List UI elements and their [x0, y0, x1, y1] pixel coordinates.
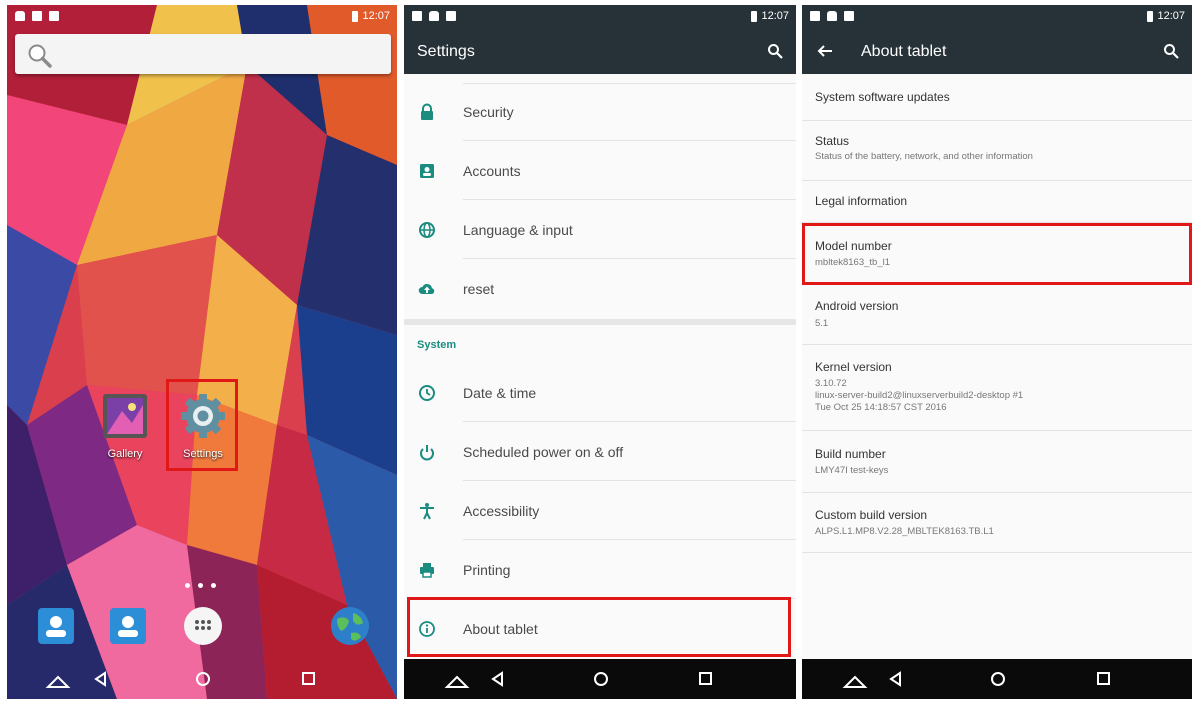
- search-icon[interactable]: [1163, 43, 1179, 59]
- about-item-android-version[interactable]: Android version 5.1: [802, 285, 1192, 345]
- navigation-bar: [404, 659, 796, 699]
- battery-icon: [751, 10, 758, 22]
- notification-icons: [15, 11, 59, 21]
- about-title: About tablet: [861, 43, 947, 60]
- status-time: 12:07: [1157, 10, 1185, 22]
- lock-icon: [15, 11, 25, 21]
- gallery-app[interactable]: Gallery: [95, 393, 155, 460]
- search-icon: [28, 44, 52, 68]
- back-icon[interactable]: [488, 659, 508, 699]
- about-app-bar: 12:07 About tablet: [802, 5, 1192, 74]
- sd-card-icon: [49, 11, 59, 21]
- settings-item-scheduled-power[interactable]: Scheduled power on & off: [404, 423, 796, 481]
- settings-item-security[interactable]: Security: [404, 83, 796, 141]
- about-item-legal[interactable]: Legal information: [802, 181, 1192, 223]
- settings-item-accessibility[interactable]: Accessibility: [404, 482, 796, 540]
- highlight-box-about-tablet: [407, 597, 791, 657]
- status-bar: 12:07: [7, 5, 397, 29]
- accessibility-icon: [420, 503, 434, 520]
- highlight-box-settings: [166, 379, 238, 471]
- about-item-status[interactable]: Status Status of the battery, network, a…: [802, 121, 1192, 181]
- home-icon[interactable]: [988, 659, 1008, 699]
- about-item-system-updates[interactable]: System software updates: [802, 74, 1192, 121]
- printer-icon: [420, 563, 434, 578]
- globe-icon: [419, 222, 435, 238]
- about-item-build-number[interactable]: Build number LMY47I test-keys: [802, 431, 1192, 493]
- recents-icon[interactable]: [1094, 659, 1114, 699]
- lock-icon: [827, 11, 837, 21]
- settings-screen: 12:07 Settings Security Accounts Languag…: [404, 5, 796, 699]
- back-icon[interactable]: [91, 659, 111, 699]
- search-bar[interactable]: [15, 34, 391, 74]
- screenshot-icon: [412, 11, 422, 21]
- home-triangle-icon[interactable]: [444, 659, 470, 699]
- back-icon[interactable]: [886, 659, 906, 699]
- gallery-label: Gallery: [107, 448, 143, 460]
- cloud-upload-icon: [418, 284, 435, 294]
- page-indicator: [185, 583, 216, 588]
- clock-icon: [419, 385, 435, 401]
- status-time: 12:07: [362, 10, 390, 22]
- gallery-icon: [103, 394, 147, 438]
- section-divider: [404, 319, 796, 325]
- screenshot-icon: [32, 11, 42, 21]
- account-icon: [420, 164, 434, 178]
- search-icon[interactable]: [767, 43, 783, 59]
- home-triangle-icon[interactable]: [45, 659, 71, 699]
- recents-icon[interactable]: [696, 659, 716, 699]
- home-icon[interactable]: [193, 659, 213, 699]
- status-time: 12:07: [761, 10, 789, 22]
- wallpaper: [7, 5, 397, 699]
- about-tablet-screen: 12:07 About tablet System software updat…: [802, 5, 1192, 699]
- highlight-box-model-number: [802, 223, 1192, 285]
- settings-item-language-input[interactable]: Language & input: [404, 201, 796, 259]
- status-bar: 12:07: [404, 5, 796, 29]
- section-header-system: System: [417, 339, 457, 351]
- contacts-icon[interactable]: [35, 605, 77, 647]
- home-icon[interactable]: [591, 659, 611, 699]
- settings-item-reset[interactable]: reset: [404, 260, 796, 318]
- navigation-bar: [7, 659, 397, 699]
- contacts-icon[interactable]: [107, 605, 149, 647]
- sd-card-icon: [446, 11, 456, 21]
- settings-title: Settings: [417, 43, 475, 60]
- battery-icon: [1147, 10, 1154, 22]
- settings-item-accounts[interactable]: Accounts: [404, 142, 796, 200]
- notification-icons: [810, 11, 854, 21]
- browser-globe-icon[interactable]: [329, 605, 371, 647]
- recents-icon[interactable]: [299, 659, 319, 699]
- back-arrow-icon[interactable]: [816, 43, 834, 59]
- screenshot-icon: [810, 11, 820, 21]
- navigation-bar: [802, 659, 1192, 699]
- app-drawer-icon[interactable]: [182, 605, 224, 647]
- sd-card-icon: [844, 11, 854, 21]
- home-triangle-icon[interactable]: [842, 659, 868, 699]
- home-screen: 12:07 Gallery Settings: [7, 5, 397, 699]
- power-icon: [420, 445, 434, 461]
- lock-icon: [429, 11, 439, 21]
- about-item-kernel-version: Kernel version 3.10.72 linux-server-buil…: [802, 345, 1192, 431]
- settings-item-printing[interactable]: Printing: [404, 541, 796, 599]
- battery-icon: [352, 10, 359, 22]
- settings-item-date-time[interactable]: Date & time: [404, 364, 796, 422]
- about-item-custom-build: Custom build version ALPS.L1.MP8.V2.28_M…: [802, 493, 1192, 553]
- settings-app-bar: 12:07 Settings: [404, 5, 796, 74]
- lock-icon: [421, 103, 433, 120]
- notification-icons: [412, 11, 456, 21]
- status-bar: 12:07: [802, 5, 1192, 29]
